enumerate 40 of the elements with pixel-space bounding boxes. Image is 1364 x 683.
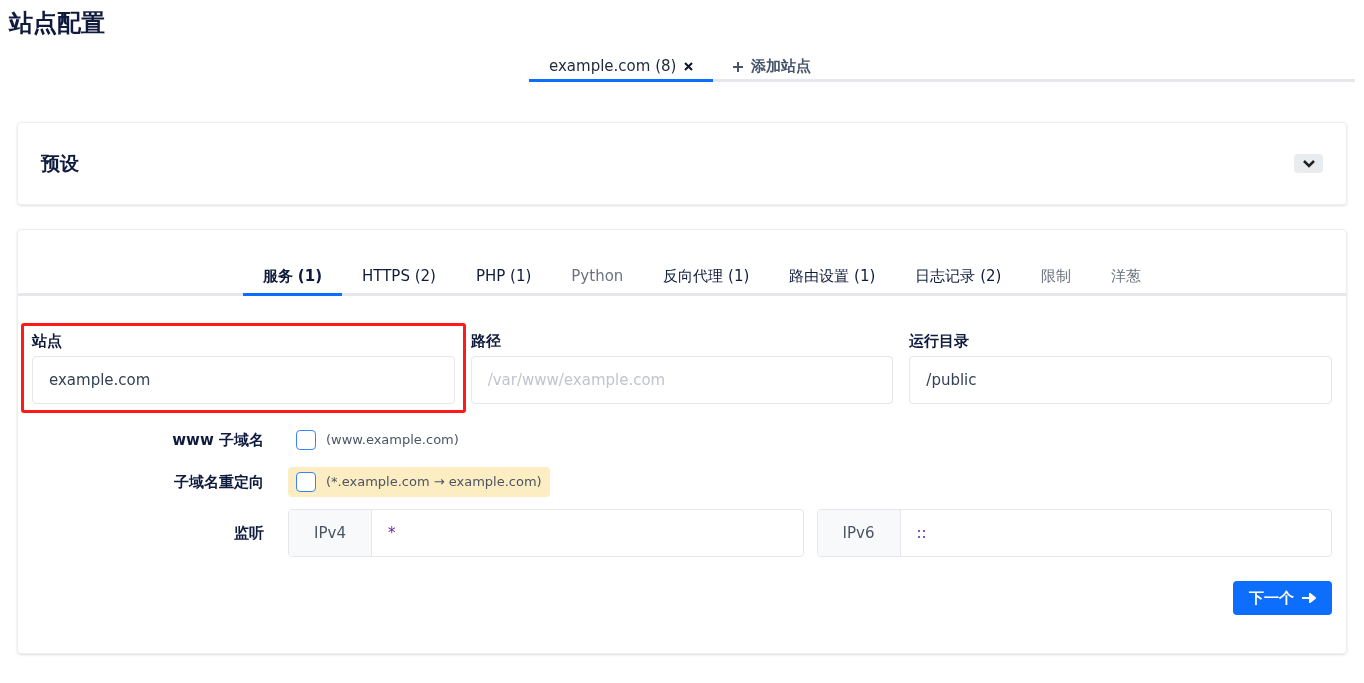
plus-icon <box>733 61 744 72</box>
panel-title: 预设 <box>41 151 79 177</box>
arrow-right-icon <box>1302 593 1316 603</box>
field-prefix: IPv4 <box>289 510 372 556</box>
section-tab[interactable]: 服务 (1) <box>242 260 342 296</box>
section-tab[interactable]: 反向代理 (1) <box>643 260 770 296</box>
option-hint: (www.example.com) <box>326 431 459 450</box>
address-field[interactable]: IPv6 :: <box>816 509 1332 557</box>
close-icon[interactable] <box>684 62 694 71</box>
option-hint: (*.example.com → example.com) <box>326 473 542 492</box>
field-value: * <box>387 522 397 544</box>
section-tab[interactable]: Python <box>551 260 644 296</box>
chevron-icon <box>1302 159 1315 168</box>
field-label: 站点 <box>32 331 63 352</box>
option-label: www 子域名 <box>171 429 264 451</box>
site-tab[interactable]: example.com (8) <box>529 54 714 82</box>
section-tab[interactable]: 路由设置 (1) <box>769 260 896 296</box>
section-tab[interactable]: 洋葱 <box>1091 260 1162 296</box>
address-field[interactable]: IPv4 * <box>288 509 804 557</box>
section-tab[interactable]: 限制 <box>1021 260 1092 296</box>
expand-button[interactable] <box>1294 154 1323 173</box>
field-label: 路径 <box>470 331 502 352</box>
field-prefix: IPv6 <box>817 510 901 556</box>
field-value: :: <box>915 522 928 544</box>
section-tab[interactable]: PHP (1) <box>455 260 552 296</box>
site-tab[interactable]: 添加站点 <box>713 54 832 82</box>
checkbox[interactable] <box>296 472 316 492</box>
field-label: 运行目录 <box>909 331 971 352</box>
section-tab[interactable]: 日志记录 (2) <box>895 260 1022 296</box>
text-field[interactable]: example.com <box>32 356 455 404</box>
tab-label: 添加站点 <box>751 56 812 78</box>
text-field[interactable]: /var/www/example.com <box>470 356 894 404</box>
text-field[interactable]: /public <box>909 356 1332 404</box>
section-tab[interactable]: HTTPS (2) <box>342 260 456 296</box>
option-label: 监听 <box>233 522 264 544</box>
tab-label: example.com (8) <box>549 56 677 78</box>
checkbox[interactable] <box>296 430 316 450</box>
option-label: 子域名重定向 <box>173 471 264 493</box>
next-button[interactable]: 下一个 <box>1233 581 1332 615</box>
page-title: 站点配置 <box>9 8 106 39</box>
